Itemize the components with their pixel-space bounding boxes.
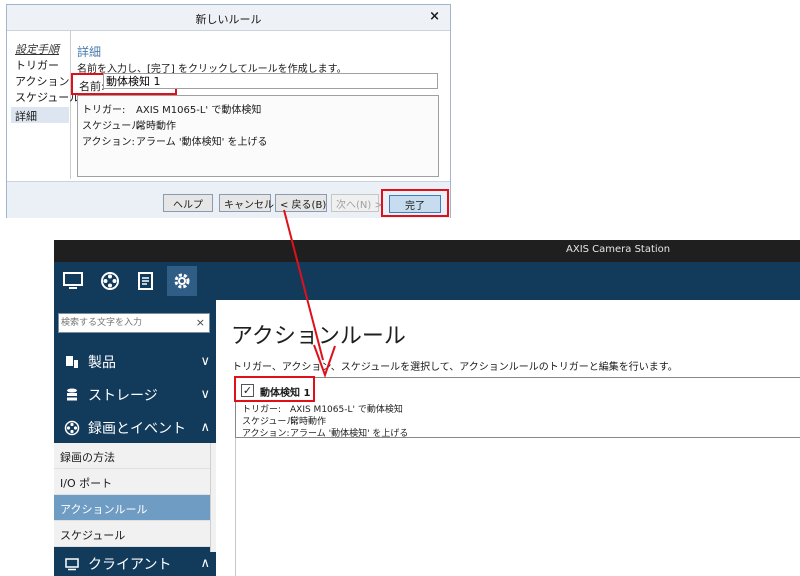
help-button[interactable]: ヘルプ	[163, 194, 213, 212]
wizard-step-details[interactable]: 詳細	[11, 107, 69, 123]
dialog-title: 新しいルール	[195, 13, 262, 26]
device-icon	[66, 356, 78, 368]
sidebar-category-label: 録画とイベント	[88, 421, 186, 437]
app-toolbar	[54, 262, 800, 300]
sidebar-category-products[interactable]: 製品 ∨	[54, 347, 216, 377]
sidebar-item-label: スケジュール	[60, 529, 126, 542]
sidebar-category-label: 製品	[88, 355, 116, 371]
log-icon[interactable]	[131, 266, 161, 296]
finish-button[interactable]: 完了	[389, 195, 441, 213]
rule-enabled-checkbox[interactable]: ✓	[241, 384, 254, 397]
wizard-steps: 設定手順 トリガー アクション スケジュール 詳細	[7, 31, 80, 179]
rule-name-input[interactable]	[103, 73, 438, 89]
wizard-step-trigger[interactable]: トリガー	[15, 57, 59, 73]
sidebar-category-recording-events[interactable]: 録画とイベント ∧	[54, 413, 216, 443]
close-icon[interactable]: ×	[429, 9, 440, 24]
sidebar-category-client[interactable]: クライアント ∧	[54, 552, 216, 576]
done-highlight-box: 完了	[381, 189, 449, 217]
sidebar-item-label: アクションルール	[60, 503, 148, 516]
summary-schedule-value: 常時動作	[136, 121, 176, 132]
close-icon[interactable]: ×	[196, 316, 205, 329]
sidebar-item-label: I/O ポート	[60, 477, 113, 490]
summary-trigger-key: トリガー:	[82, 105, 126, 116]
sidebar-item-io-ports[interactable]: I/O ポート	[54, 469, 216, 495]
chevron-down-icon: ∨	[200, 387, 210, 402]
page-title: アクションルール	[231, 324, 406, 349]
chevron-up-icon: ∧	[200, 420, 210, 435]
chevron-down-icon: ∨	[200, 354, 210, 369]
search-input[interactable]	[61, 315, 191, 331]
back-button[interactable]: < 戻る(B)	[275, 194, 327, 212]
summary-trigger: トリガー: AXIS M1065-L' で動体検知	[82, 101, 261, 116]
name-label: 名前:	[79, 80, 105, 93]
rule-summary-box: トリガー: AXIS M1065-L' で動体検知 スケジュール:常時動作 アクシ…	[77, 95, 439, 177]
dialog-titlebar: 新しいルール ×	[7, 5, 450, 31]
summary-action-key: アクション:	[82, 137, 135, 148]
chevron-up-icon: ∧	[200, 556, 210, 571]
summary-action: アクション:アラーム '動体検知' を上げる	[82, 133, 268, 148]
log-icon-graphic	[138, 272, 153, 290]
gear-icon-graphic	[174, 273, 190, 289]
action-rule-item[interactable]: ✓ 動体検知 1 トリガー: AXIS M1065-L' で動体検知 スケジュール…	[234, 376, 800, 439]
sidebar-category-label: ストレージ	[88, 388, 158, 404]
summary-action-value: アラーム '動体検知' を上げる	[136, 137, 268, 148]
wizard-step-action[interactable]: アクション	[15, 73, 69, 89]
sidebar-item-recording-method[interactable]: 録画の方法	[54, 443, 216, 469]
sidebar-item-schedules[interactable]: スケジュール	[54, 521, 216, 547]
summary-schedule-key: スケジュール:	[82, 121, 145, 132]
section-title: 詳細	[77, 45, 102, 59]
film-reel-icon[interactable]	[95, 266, 125, 296]
summary-trigger-value: AXIS M1065-L' で動体検知	[136, 105, 262, 116]
new-rule-dialog: 新しいルール × 設定手順 トリガー アクション スケジュール 詳細 詳細 名前…	[6, 4, 451, 218]
cancel-button[interactable]: キャンセル	[219, 194, 274, 212]
film-reel-icon-graphic	[101, 272, 119, 290]
rule-name: 動体検知 1	[260, 388, 311, 399]
main-content: アクションルール トリガー、アクション、スケジュールを選択して、アクションルール…	[216, 300, 800, 576]
monitor-icon[interactable]	[58, 266, 88, 296]
database-icon	[67, 388, 77, 401]
page-description: トリガー、アクション、スケジュールを選択して、アクションルールのトリガーと編集を…	[232, 362, 678, 373]
wizard-steps-header: 設定手順	[15, 43, 59, 56]
summary-schedule: スケジュール:常時動作	[82, 117, 176, 132]
app-titlebar: AXIS Camera Station	[54, 240, 800, 262]
client-icon	[65, 558, 79, 571]
next-button: 次へ(N) >	[331, 194, 383, 212]
settings-sidebar: × 製品 ∨ ストレージ ∨	[54, 300, 216, 576]
sidebar-item-label: 録画の方法	[60, 451, 115, 464]
app-title: AXIS Camera Station	[566, 244, 671, 255]
search-box: ×	[58, 313, 210, 333]
sidebar-category-label: クライアント	[88, 557, 172, 573]
sidebar-item-action-rules[interactable]: アクションルール	[54, 495, 216, 521]
film-reel-icon	[64, 420, 80, 436]
sidebar-category-storage[interactable]: ストレージ ∨	[54, 380, 216, 410]
axis-camera-station-window: AXIS Camera Station 検索する文字を入力 × 製品 ∨ ストレ…	[54, 240, 800, 576]
gear-icon[interactable]	[167, 266, 197, 296]
monitor-icon-graphic	[63, 272, 83, 289]
rule-list-area	[235, 438, 800, 576]
